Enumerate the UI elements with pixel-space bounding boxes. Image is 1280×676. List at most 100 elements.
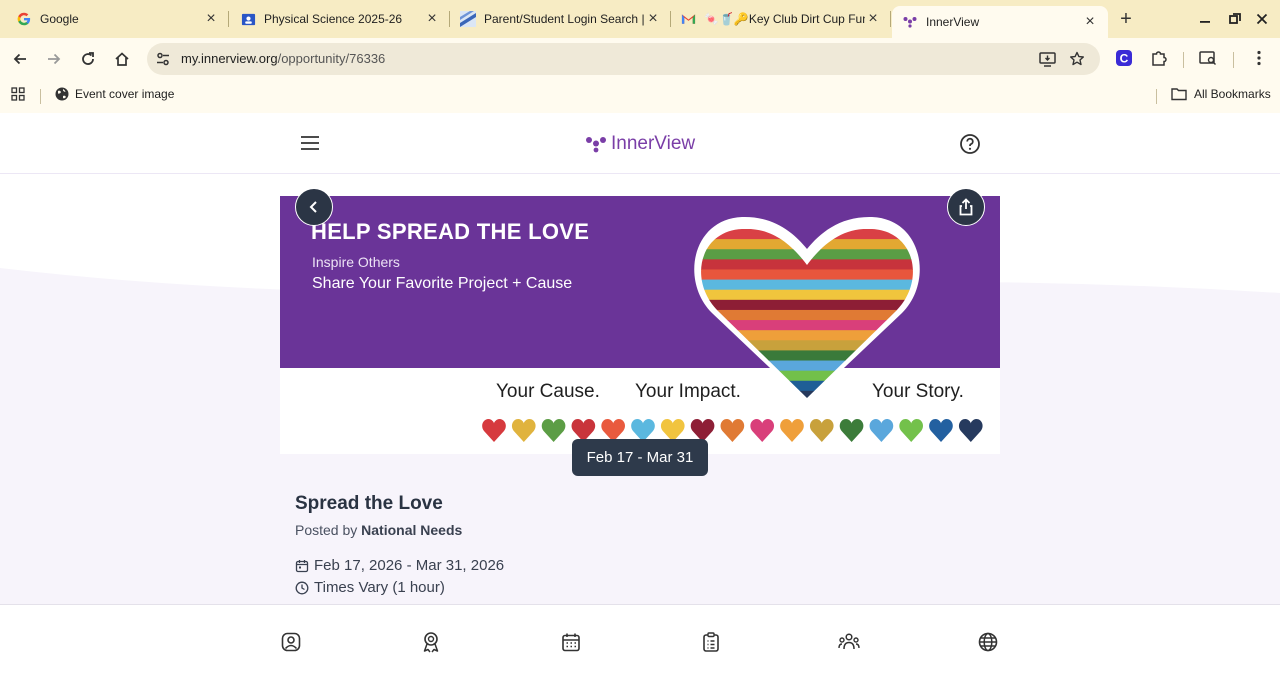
all-bookmarks-label: All Bookmarks [1194, 87, 1271, 101]
tab-physical-science[interactable]: Physical Science 2025-26 × [224, 6, 450, 32]
forward-icon[interactable] [43, 48, 65, 70]
tab-title: Physical Science 2025-26 [264, 12, 403, 26]
small-heart-icon [899, 419, 924, 442]
tab-innerview[interactable]: InnerView × [892, 6, 1108, 38]
bookmark-event-cover-image[interactable]: Event cover image [55, 87, 174, 101]
calendar-icon[interactable] [560, 631, 582, 653]
browser-tab-strip: Google × Physical Science 2025-26 × Pare… [0, 0, 1280, 38]
gmail-icon [680, 11, 696, 27]
banner-headline: HELP SPREAD THE LOVE [311, 219, 590, 244]
event-cover-image: HELP SPREAD THE LOVE Inspire Others Shar… [280, 176, 1000, 454]
close-tab-icon[interactable]: × [203, 10, 219, 27]
profile-icon[interactable] [280, 631, 302, 653]
caption-your-story: Your Story. [872, 381, 964, 402]
close-window-icon[interactable] [1253, 10, 1271, 28]
small-heart-icon [809, 419, 834, 442]
extension-c-icon[interactable]: C [1114, 48, 1134, 68]
small-heart-icon [750, 419, 775, 442]
people-icon[interactable] [838, 631, 860, 653]
install-app-icon[interactable] [1038, 50, 1056, 68]
banner-subline-1: Inspire Others [312, 254, 400, 270]
svg-text:C: C [1120, 52, 1129, 66]
banner-subline-2: Share Your Favorite Project + Cause [312, 275, 573, 292]
address-bar[interactable]: my.innerview.org/opportunity/76336 [147, 43, 1100, 75]
event-time: Times Vary (1 hour) [314, 579, 445, 596]
bookmark-divider [1156, 89, 1157, 104]
extensions-puzzle-icon[interactable] [1149, 48, 1169, 68]
bottom-navigation [0, 604, 1280, 676]
tab-title: InnerView [926, 15, 980, 29]
minimize-icon[interactable] [1196, 10, 1214, 28]
app-header: InnerView [0, 113, 1280, 174]
posted-by-prefix: Posted by [295, 522, 358, 538]
clock-icon [295, 581, 314, 595]
url-path: /opportunity/76336 [277, 51, 386, 66]
menu-kebab-icon[interactable] [1249, 48, 1269, 68]
clipboard-icon[interactable] [700, 631, 722, 653]
heart-stripe [701, 279, 913, 291]
innerview-logo-icon [585, 135, 607, 153]
heart-stripe [701, 299, 913, 311]
heart-stripe [701, 350, 913, 362]
close-tab-icon[interactable]: × [645, 10, 661, 27]
apps-grid-icon[interactable] [11, 87, 25, 101]
rainbow-heart-icon [694, 216, 920, 403]
back-button[interactable] [295, 188, 333, 226]
caption-your-impact: Your Impact. [635, 381, 741, 402]
bookmarks-bar: Event cover image All Bookmarks [0, 80, 1280, 114]
event-title: Spread the Love [295, 493, 443, 514]
all-bookmarks-button[interactable]: All Bookmarks [1171, 87, 1271, 101]
small-heart-icon [482, 419, 506, 442]
hamburger-menu-icon[interactable] [300, 133, 320, 153]
globe-icon[interactable] [977, 631, 999, 653]
heart-stripe [701, 309, 913, 321]
back-icon[interactable] [9, 48, 31, 70]
event-date-range: Feb 17, 2026 - Mar 31, 2026 [314, 557, 505, 574]
globe-icon [55, 87, 69, 101]
url-text: my.innerview.org/opportunity/76336 [181, 51, 385, 66]
event-time-row: Times Vary (1 hour) [295, 579, 445, 596]
close-tab-icon[interactable]: × [865, 10, 881, 27]
small-heart-icon [720, 419, 745, 442]
close-tab-icon[interactable]: × [424, 10, 440, 27]
small-heart-icon [541, 419, 566, 442]
caption-your-cause: Your Cause. [496, 381, 600, 402]
small-heart-icon [780, 419, 804, 442]
tab-title: Parent/Student Login Search | [484, 12, 645, 26]
heart-stripe [701, 370, 913, 382]
site-settings-icon[interactable] [153, 49, 173, 69]
chevron-left-icon [308, 200, 320, 214]
url-host: my.innerview.org [181, 51, 278, 66]
tab-parent-login[interactable]: Parent/Student Login Search | × [444, 6, 671, 32]
restore-icon[interactable] [1226, 10, 1244, 28]
heart-stripe [701, 269, 913, 281]
folder-icon [1171, 87, 1187, 101]
organization-link[interactable]: National Needs [361, 522, 462, 538]
bookmark-star-icon[interactable] [1068, 50, 1086, 68]
new-tab-button[interactable]: + [1116, 9, 1136, 29]
share-icon [958, 198, 974, 216]
browser-toolbar: my.innerview.org/opportunity/76336 C [0, 38, 1280, 80]
reload-icon[interactable] [77, 48, 99, 70]
share-button[interactable] [947, 188, 985, 226]
tab-title: Google [40, 12, 79, 26]
tab-google[interactable]: Google × [0, 6, 229, 32]
close-tab-icon[interactable]: × [1082, 13, 1098, 30]
tab-key-club[interactable]: 🍬🥤🔑Key Club Dirt Cup Fun × [664, 6, 891, 32]
help-icon[interactable] [959, 133, 981, 155]
heart-stripe [701, 340, 913, 351]
heart-stripe [701, 239, 913, 250]
home-icon[interactable] [111, 48, 133, 70]
brand-logo[interactable]: InnerView [585, 133, 695, 155]
small-heart-icon [929, 419, 953, 442]
school-logo-icon [460, 11, 476, 27]
calendar-icon [295, 559, 314, 573]
bookmark-label: Event cover image [75, 87, 175, 101]
toolbar-divider [1183, 52, 1184, 68]
reading-list-icon[interactable] [1198, 48, 1218, 68]
toolbar-divider [1233, 52, 1234, 68]
small-heart-icon [958, 419, 983, 442]
ribbon-icon[interactable] [420, 631, 442, 653]
date-badge: Feb 17 - Mar 31 [572, 439, 708, 476]
classroom-icon [240, 11, 256, 27]
